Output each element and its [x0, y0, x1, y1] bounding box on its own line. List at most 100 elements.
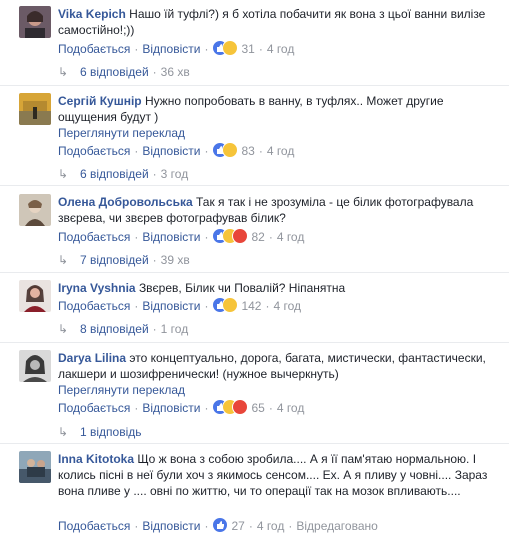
comment-author[interactable]: Сергій Кушнір	[58, 94, 142, 108]
reactions-summary[interactable]	[212, 142, 239, 158]
edited-label[interactable]: Відредаговано	[296, 519, 377, 533]
comment-actions: Подобається · Відповісти · 31 · 4 год	[58, 40, 294, 56]
avatar[interactable]	[19, 93, 51, 125]
separator: ·	[134, 519, 139, 533]
like-button[interactable]: Подобається	[58, 299, 130, 313]
comment-actions: Подобається · Відповісти · 65 · 4 год	[58, 399, 304, 415]
avatar[interactable]	[19, 451, 51, 483]
view-replies-link[interactable]: ↳ 8 відповідей · 1 год	[58, 321, 188, 337]
replies-count[interactable]: 8 відповідей	[80, 322, 149, 336]
reply-button[interactable]: Відповісти	[142, 230, 200, 244]
reply-arrow-icon: ↳	[58, 65, 69, 79]
reactions-summary[interactable]	[212, 40, 239, 56]
comment-author[interactable]: Iryna Vyshnia	[58, 281, 136, 295]
reactions-summary[interactable]	[212, 297, 239, 313]
comment-time[interactable]: 4 год	[277, 230, 305, 244]
reply-button[interactable]: Відповісти	[142, 401, 200, 415]
divider	[0, 85, 509, 86]
separator: ·	[258, 144, 263, 158]
comment-actions: Подобається · Відповісти · 142 · 4 год	[58, 297, 301, 313]
comment-author[interactable]: Darya Lilina	[58, 351, 126, 365]
comment-time[interactable]: 4 год	[257, 519, 285, 533]
like-button[interactable]: Подобається	[58, 401, 130, 415]
reply-button[interactable]: Відповісти	[142, 519, 200, 533]
separator: ·	[258, 42, 263, 56]
separator: ·	[134, 144, 139, 158]
reaction-count[interactable]: 27	[231, 519, 244, 533]
comment-author[interactable]: Vika Kepich	[58, 7, 126, 21]
separator: ·	[248, 519, 253, 533]
replies-count[interactable]: 6 відповідей	[80, 65, 149, 79]
comment-body: Iryna Vyshnia Звєрев, Білик чи Повалій? …	[58, 280, 498, 296]
reactions-summary[interactable]	[212, 517, 229, 533]
comment-time[interactable]: 4 год	[273, 299, 301, 313]
avatar[interactable]	[19, 280, 51, 312]
separator: ·	[204, 401, 209, 415]
reply-arrow-icon: ↳	[58, 167, 69, 181]
reply-arrow-icon: ↳	[58, 425, 69, 439]
separator: ·	[152, 65, 157, 79]
separator: ·	[204, 42, 209, 56]
comment-time[interactable]: 4 год	[267, 144, 295, 158]
like-button[interactable]: Подобається	[58, 230, 130, 244]
divider	[0, 185, 509, 186]
separator: ·	[204, 519, 209, 533]
avatar[interactable]	[19, 194, 51, 226]
separator: ·	[134, 299, 139, 313]
comment-body: Vika Kepich Нашо їй туфлі?) я б хотіла п…	[58, 6, 498, 38]
separator: ·	[204, 230, 209, 244]
reply-button[interactable]: Відповісти	[142, 144, 200, 158]
reply-button[interactable]: Відповісти	[142, 42, 200, 56]
reply-arrow-icon: ↳	[58, 322, 69, 336]
comment-time[interactable]: 4 год	[267, 42, 295, 56]
see-translation-link[interactable]: Переглянути переклад	[58, 125, 498, 141]
like-button[interactable]: Подобається	[58, 144, 130, 158]
comment-time[interactable]: 4 год	[277, 401, 305, 415]
replies-count[interactable]: 1 відповідь	[80, 425, 142, 439]
haha-reaction-icon	[222, 142, 239, 158]
separator: ·	[152, 322, 157, 336]
see-translation-link[interactable]: Переглянути переклад	[58, 382, 498, 398]
reaction-count[interactable]: 142	[241, 299, 261, 313]
view-replies-link[interactable]: ↳ 7 відповідей · 39 хв	[58, 252, 190, 268]
haha-reaction-icon	[222, 297, 239, 313]
view-replies-link[interactable]: ↳ 6 відповідей · 3 год	[58, 166, 188, 182]
comment-actions: Подобається · Відповісти · 82 · 4 год	[58, 228, 304, 244]
haha-reaction-icon	[222, 40, 239, 56]
reaction-count[interactable]: 82	[251, 230, 264, 244]
reply-button[interactable]: Відповісти	[142, 299, 200, 313]
angry-reaction-icon	[232, 399, 249, 415]
separator: ·	[134, 401, 139, 415]
avatar[interactable]	[19, 350, 51, 382]
reaction-count[interactable]: 31	[241, 42, 254, 56]
reaction-count[interactable]: 83	[241, 144, 254, 158]
avatar[interactable]	[19, 6, 51, 38]
view-replies-link[interactable]: ↳ 6 відповідей · 36 хв	[58, 64, 190, 80]
separator: ·	[268, 401, 273, 415]
comment-body: Сергій Кушнір Нужно попробовать в ванну,…	[58, 93, 498, 141]
like-button[interactable]: Подобається	[58, 42, 130, 56]
separator: ·	[152, 253, 157, 267]
comment-body: Darya Lilina это концептуально, дорога, …	[58, 350, 498, 398]
replies-time: 3 год	[160, 167, 189, 181]
separator: ·	[288, 519, 293, 533]
like-reaction-icon	[212, 517, 229, 533]
divider	[0, 272, 509, 273]
replies-count[interactable]: 7 відповідей	[80, 253, 149, 267]
reply-arrow-icon: ↳	[58, 253, 69, 267]
comment-author[interactable]: Inna Kitotoka	[58, 452, 134, 466]
like-button[interactable]: Подобається	[58, 519, 130, 533]
reaction-count[interactable]: 65	[251, 401, 264, 415]
replies-count[interactable]: 6 відповідей	[80, 167, 149, 181]
reactions-summary[interactable]	[212, 228, 249, 244]
reactions-summary[interactable]	[212, 399, 249, 415]
angry-reaction-icon	[232, 228, 249, 244]
separator: ·	[268, 230, 273, 244]
separator: ·	[204, 144, 209, 158]
divider	[0, 342, 509, 343]
divider	[0, 443, 509, 444]
comment-text: Звєрев, Білик чи Повалій? Ніпанятна	[138, 281, 346, 295]
comment-author[interactable]: Олена Добровольська	[58, 195, 193, 209]
separator: ·	[134, 42, 139, 56]
view-replies-link[interactable]: ↳ 1 відповідь	[58, 424, 142, 440]
